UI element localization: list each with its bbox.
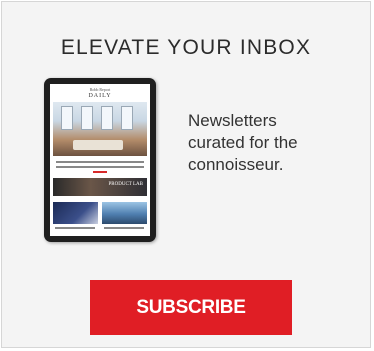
preview-thumbnail-watch (53, 202, 98, 224)
preview-caption-line (56, 166, 144, 168)
preview-banner-text: PRODUCT LAB (108, 182, 144, 187)
preview-brand: Robb Report (89, 87, 111, 92)
preview-thumb-caption (104, 227, 144, 229)
tagline-line: curated for the (188, 133, 298, 152)
newsletter-signup-panel: ELEVATE YOUR INBOX Robb Report DAILY PRO… (1, 1, 371, 348)
newsletter-preview-screen: Robb Report DAILY PRODUCT LAB (50, 84, 150, 236)
preview-banner-image: PRODUCT LAB (53, 178, 147, 196)
preview-caption-line (56, 161, 144, 163)
preview-thumb-caption (55, 227, 95, 229)
newsletter-preview-device: Robb Report DAILY PRODUCT LAB (44, 78, 156, 242)
preview-hero-image (53, 102, 147, 156)
tagline-line: Newsletters (188, 111, 277, 130)
newsletter-tagline: Newsletters curated for the connoisseur. (188, 110, 348, 176)
preview-caption-link (93, 171, 107, 173)
preview-thumbnail-boat (102, 202, 147, 224)
subscribe-button[interactable]: SUBSCRIBE (90, 280, 292, 335)
panel-headline: ELEVATE YOUR INBOX (60, 36, 312, 59)
preview-title: DAILY (88, 93, 112, 99)
tagline-line: connoisseur. (188, 155, 284, 174)
